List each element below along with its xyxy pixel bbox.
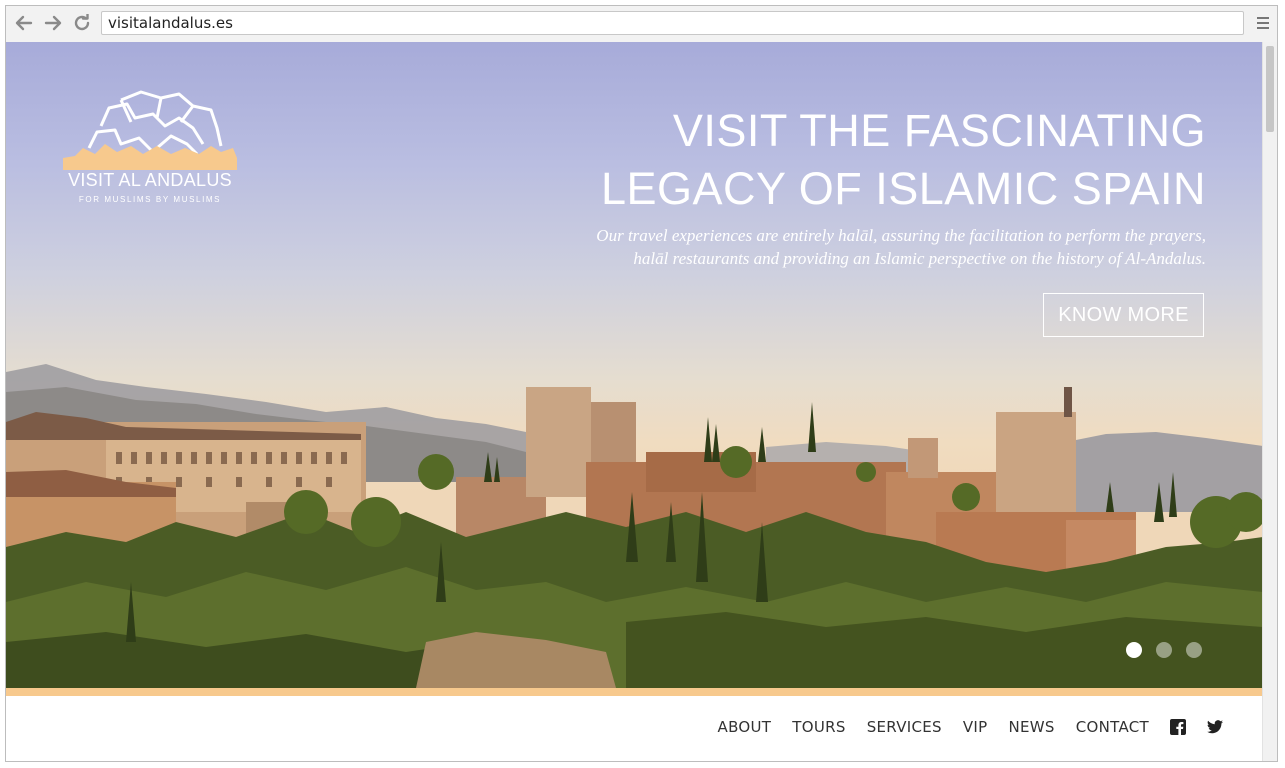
back-button[interactable]: [13, 12, 35, 34]
twitter-icon: [1207, 720, 1223, 734]
know-more-button[interactable]: KNOW MORE: [1043, 293, 1204, 337]
nav-item-vip[interactable]: VIP: [963, 718, 988, 736]
hero-subtitle-line-1: Our travel experiences are entirely halā…: [596, 226, 1206, 245]
browser-window: visitalandalus.es VISIT AL ANDALUS FOR M…: [5, 5, 1278, 762]
site-logo[interactable]: VISIT AL ANDALUS FOR MUSLIMS BY MUSLIMS: [61, 88, 239, 204]
nav-item-contact[interactable]: CONTACT: [1076, 718, 1149, 736]
hero-title-line-1: VISIT THE FASCINATING: [672, 105, 1206, 156]
hamburger-menu-icon: [1257, 17, 1269, 29]
brand-name: VISIT AL ANDALUS: [68, 170, 232, 190]
twitter-link[interactable]: [1207, 719, 1223, 735]
hero-subtitle: Our travel experiences are entirely halā…: [566, 224, 1206, 270]
geometric-star-logo-icon: [63, 90, 237, 170]
page-scrollbar[interactable]: [1262, 42, 1277, 761]
nav-links: ABOUT TOURS SERVICES VIP NEWS CONTACT: [718, 718, 1223, 736]
arrow-left-icon: [15, 15, 33, 31]
reload-icon: [74, 14, 90, 31]
accent-divider: [6, 688, 1263, 696]
address-bar[interactable]: visitalandalus.es: [101, 11, 1244, 35]
slide-dot-2[interactable]: [1156, 642, 1172, 658]
hero-subtitle-line-2: halāl restaurants and providing an Islam…: [633, 249, 1206, 268]
browser-toolbar: visitalandalus.es: [6, 6, 1277, 43]
forward-button[interactable]: [42, 12, 64, 34]
nav-item-news[interactable]: NEWS: [1009, 718, 1055, 736]
arrow-right-icon: [44, 15, 62, 31]
reload-button[interactable]: [71, 12, 93, 34]
page-viewport: VISIT AL ANDALUS FOR MUSLIMS BY MUSLIMS …: [6, 42, 1263, 761]
nav-item-about[interactable]: ABOUT: [718, 718, 772, 736]
hero-slider: VISIT AL ANDALUS FOR MUSLIMS BY MUSLIMS …: [6, 42, 1263, 688]
main-navigation: ABOUT TOURS SERVICES VIP NEWS CONTACT: [6, 696, 1263, 761]
browser-menu-button[interactable]: [1255, 13, 1271, 33]
facebook-icon: [1170, 719, 1186, 735]
hero-title: VISIT THE FASCINATING LEGACY OF ISLAMIC …: [506, 102, 1206, 218]
slider-pagination: [1126, 642, 1202, 658]
facebook-link[interactable]: [1170, 719, 1186, 735]
brand-tagline: FOR MUSLIMS BY MUSLIMS: [78, 195, 222, 204]
slide-dot-1[interactable]: [1126, 642, 1142, 658]
hero-title-line-2: LEGACY OF ISLAMIC SPAIN: [600, 163, 1206, 214]
nav-item-services[interactable]: SERVICES: [867, 718, 942, 736]
slide-dot-3[interactable]: [1186, 642, 1202, 658]
nav-item-tours[interactable]: TOURS: [792, 718, 845, 736]
scrollbar-thumb[interactable]: [1266, 46, 1274, 132]
